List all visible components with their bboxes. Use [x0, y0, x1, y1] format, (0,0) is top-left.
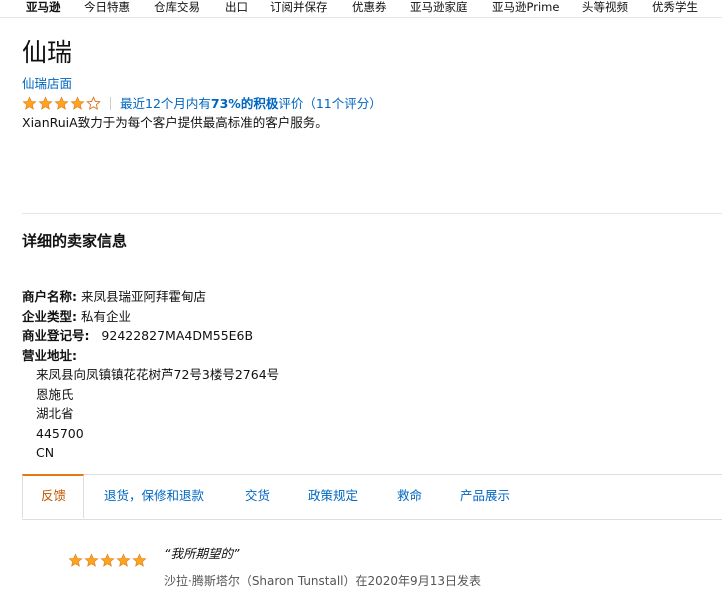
- rating-text-suffix: 评价（11个评分）: [278, 96, 382, 111]
- star-full-icon: [100, 553, 115, 567]
- tab-help[interactable]: 救命: [397, 475, 422, 517]
- address-line: 来凤县向凤镇镇花花树芦72号3楼号2764号: [36, 367, 280, 382]
- star-full-icon: [116, 553, 131, 567]
- seller-tabs: 反馈 退货，保修和退款 交货 政策规定 救命 产品展示: [22, 474, 722, 520]
- company-type: 私有企业: [80, 308, 131, 324]
- star-full-icon: [132, 553, 147, 567]
- star-full-icon: [54, 96, 69, 110]
- address-line: 恩施氏: [36, 386, 74, 402]
- tab-policies[interactable]: 政策规定: [308, 475, 358, 517]
- rating-text-prefix: 最近12个月内有: [120, 96, 211, 111]
- business-name-label: 商户名称:: [22, 289, 77, 304]
- star-full-icon: [68, 553, 83, 567]
- review-meta: 沙拉·腾斯塔尔（Sharon Tunstall）在2020年9月13日发表: [164, 574, 481, 588]
- seller-description: XianRuiA致力于为每个客户提供最高标准的客户服务。: [22, 115, 328, 130]
- star-full-icon: [22, 96, 37, 110]
- nav-item-todays-deals[interactable]: 今日特惠: [84, 0, 130, 15]
- rating-summary-link[interactable]: 最近12个月内有73%的积极评价（11个评分）: [120, 95, 382, 112]
- seller-name: 仙瑞: [22, 38, 73, 67]
- registration-number: 92422827MA4DM55E6B: [101, 328, 254, 343]
- rating-divider: [110, 97, 111, 110]
- address-line: CN: [36, 445, 55, 460]
- nav-item-amazon-family[interactable]: 亚马逊家庭: [410, 0, 468, 15]
- top-navigation: 亚马逊 今日特惠 仓库交易 出口 订阅并保存 优惠券 亚马逊家庭 亚马逊Prim…: [0, 0, 722, 17]
- tab-returns[interactable]: 退货，保修和退款: [104, 475, 204, 517]
- tab-feedback[interactable]: 反馈: [41, 475, 66, 517]
- company-type-label: 企业类型:: [22, 308, 77, 324]
- nav-item-students[interactable]: 优秀学生: [652, 0, 698, 15]
- nav-item-amazon[interactable]: 亚马逊: [26, 0, 61, 15]
- nav-divider: [0, 17, 722, 18]
- star-empty-icon: [86, 96, 101, 111]
- seller-details-heading: 详细的卖家信息: [22, 232, 128, 250]
- review-quote: “我所期望的”: [164, 546, 240, 561]
- nav-item-coupons[interactable]: 优惠券: [352, 0, 387, 15]
- nav-item-amazon-prime[interactable]: 亚马逊Prime: [492, 0, 559, 15]
- registration-label: 商业登记号:: [22, 328, 90, 343]
- storefront-link[interactable]: 仙瑞店面: [22, 76, 72, 92]
- nav-item-subscribe-save[interactable]: 订阅并保存: [270, 0, 328, 15]
- tab-products[interactable]: 产品展示: [460, 475, 510, 517]
- nav-item-prime-video[interactable]: 头等视频: [582, 0, 628, 15]
- rating-percent: 73%的积极: [210, 96, 279, 111]
- nav-item-export[interactable]: 出口: [225, 0, 248, 15]
- tab-shipping[interactable]: 交货: [245, 475, 270, 517]
- star-full-icon: [84, 553, 99, 567]
- address-label: 营业地址:: [22, 347, 77, 363]
- star-full-icon: [70, 96, 85, 110]
- address-line: 445700: [36, 425, 84, 441]
- nav-item-warehouse-deals[interactable]: 仓库交易: [154, 0, 200, 15]
- review-stars: [68, 553, 148, 568]
- business-name: 来凤县瑞亚阿拜霍甸店: [80, 289, 206, 304]
- section-divider: [22, 213, 722, 214]
- rating-stars[interactable]: [22, 96, 102, 111]
- star-full-icon: [38, 96, 53, 110]
- seller-info: 商户名称: 来凤县瑞亚阿拜霍甸店 企业类型: 私有企业 商业登记号: 92422…: [22, 287, 279, 463]
- address-line: 湖北省: [36, 406, 74, 421]
